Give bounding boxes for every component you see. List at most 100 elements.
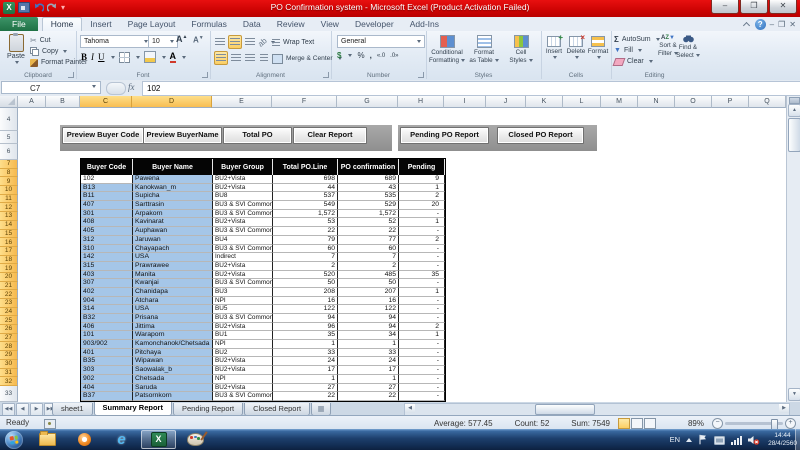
ribbon-tab-add-ins[interactable]: Add-Ins bbox=[402, 17, 447, 31]
cell[interactable]: 208 bbox=[273, 288, 338, 297]
cell[interactable]: 33 bbox=[338, 349, 399, 358]
cell-styles-button[interactable]: Cell Styles bbox=[504, 35, 538, 64]
select-all-corner[interactable] bbox=[0, 96, 18, 108]
borders-icon[interactable] bbox=[119, 52, 130, 63]
cell[interactable]: Chanidapa bbox=[133, 288, 213, 297]
cell[interactable]: 902 bbox=[81, 375, 133, 384]
cell[interactable]: 2 bbox=[399, 323, 445, 332]
cell[interactable]: 60 bbox=[338, 245, 399, 254]
cell[interactable]: 2 bbox=[338, 262, 399, 271]
find-select-button[interactable]: Find & Select bbox=[677, 35, 699, 59]
zoom-slider[interactable]: − + bbox=[712, 418, 796, 429]
cell[interactable]: 303 bbox=[81, 366, 133, 375]
decrease-decimal-icon[interactable]: .0» bbox=[390, 53, 398, 59]
paste-button[interactable]: Paste bbox=[3, 34, 29, 64]
cell[interactable]: 401 bbox=[81, 349, 133, 358]
cell[interactable]: 314 bbox=[81, 305, 133, 314]
cell[interactable]: 50 bbox=[273, 279, 338, 288]
cell[interactable]: Jittima bbox=[133, 323, 213, 332]
cell[interactable]: 20 bbox=[399, 201, 445, 210]
row-header-7[interactable]: 7 bbox=[0, 160, 18, 169]
column-header-F[interactable]: F bbox=[272, 96, 337, 108]
cell[interactable]: Chayapach bbox=[133, 245, 213, 254]
cell[interactable]: - bbox=[399, 314, 445, 323]
cell[interactable]: 485 bbox=[338, 271, 399, 280]
decrease-indent-icon[interactable] bbox=[258, 52, 270, 64]
column-header-L[interactable]: L bbox=[563, 96, 601, 108]
cell[interactable]: NPI bbox=[213, 340, 273, 349]
cell[interactable]: NPI bbox=[213, 297, 273, 306]
row-header-9[interactable]: 9 bbox=[0, 177, 18, 186]
cell[interactable]: - bbox=[399, 340, 445, 349]
italic-button[interactable]: I bbox=[91, 52, 94, 62]
cell[interactable]: 307 bbox=[81, 279, 133, 288]
cell[interactable]: 35 bbox=[399, 271, 445, 280]
ribbon-tab-home[interactable]: Home bbox=[42, 17, 83, 31]
alignment-dialog-launcher-icon[interactable] bbox=[323, 72, 329, 78]
cell[interactable]: 403 bbox=[81, 271, 133, 280]
help-icon[interactable]: ? bbox=[755, 19, 766, 30]
cell[interactable]: BU3 & SVI Common bbox=[213, 227, 273, 236]
show-desktop-button[interactable] bbox=[795, 429, 800, 450]
cell[interactable]: BU2+Vista bbox=[213, 184, 273, 193]
cell[interactable]: 24 bbox=[338, 357, 399, 366]
cell[interactable]: B37 bbox=[81, 392, 133, 401]
cell[interactable]: BU2+Vista bbox=[213, 384, 273, 393]
column-header-E[interactable]: E bbox=[212, 96, 272, 108]
row-header-26[interactable]: 26 bbox=[0, 325, 18, 334]
cell[interactable]: BU8 bbox=[213, 192, 273, 201]
cell[interactable]: Patsornkorn bbox=[133, 392, 213, 401]
cell[interactable]: 520 bbox=[273, 271, 338, 280]
cell[interactable]: 60 bbox=[273, 245, 338, 254]
cell[interactable]: 94 bbox=[338, 314, 399, 323]
cell[interactable]: Auphawan bbox=[133, 227, 213, 236]
font-size-select[interactable]: 10 bbox=[148, 35, 178, 48]
cell[interactable]: 1 bbox=[399, 331, 445, 340]
cell[interactable]: 301 bbox=[81, 210, 133, 219]
column-header-M[interactable]: M bbox=[601, 96, 638, 108]
column-header-H[interactable]: H bbox=[398, 96, 444, 108]
cell[interactable]: NPI bbox=[213, 375, 273, 384]
taskbar-media-button[interactable] bbox=[67, 430, 102, 449]
cell[interactable]: - bbox=[399, 245, 445, 254]
minimize-ribbon-icon[interactable] bbox=[742, 20, 751, 29]
column-header-A[interactable]: A bbox=[18, 96, 46, 108]
cell[interactable]: 2 bbox=[399, 192, 445, 201]
cell[interactable]: 52 bbox=[338, 218, 399, 227]
cell[interactable]: B11 bbox=[81, 192, 133, 201]
ribbon-tab-file[interactable]: File bbox=[0, 17, 38, 31]
column-header-Q[interactable]: Q bbox=[749, 96, 786, 108]
cell[interactable]: 34 bbox=[338, 331, 399, 340]
align-center-icon[interactable] bbox=[230, 52, 242, 64]
cell[interactable]: BU3 & SVI Common bbox=[213, 314, 273, 323]
cell[interactable]: 405 bbox=[81, 227, 133, 236]
align-bottom-icon[interactable] bbox=[244, 36, 256, 48]
cell[interactable]: 903/902 bbox=[81, 340, 133, 349]
row-header-8[interactable]: 8 bbox=[0, 169, 18, 178]
vertical-split-handle[interactable] bbox=[789, 97, 800, 104]
number-dialog-launcher-icon[interactable] bbox=[418, 72, 424, 78]
cell[interactable]: 22 bbox=[273, 227, 338, 236]
cell[interactable]: Pitchaya bbox=[133, 349, 213, 358]
cell[interactable]: 44 bbox=[273, 184, 338, 193]
cell[interactable]: 207 bbox=[338, 288, 399, 297]
align-right-icon[interactable] bbox=[244, 52, 256, 64]
zoom-in-icon[interactable]: + bbox=[785, 418, 796, 429]
cell[interactable]: BU3 & SVI Common bbox=[213, 392, 273, 401]
sheet-cells-area[interactable]: Buyer CodeBuyer NameBuyer GroupTotal PO.… bbox=[18, 108, 786, 402]
close-button[interactable]: ✕ bbox=[769, 0, 797, 14]
cell[interactable]: 33 bbox=[273, 349, 338, 358]
start-button[interactable] bbox=[5, 431, 23, 449]
name-box[interactable]: C7 bbox=[1, 81, 101, 94]
cell[interactable]: 142 bbox=[81, 253, 133, 262]
cell[interactable]: 1 bbox=[338, 340, 399, 349]
cell[interactable]: 407 bbox=[81, 201, 133, 210]
align-top-icon[interactable] bbox=[214, 36, 226, 48]
cell[interactable]: - bbox=[399, 262, 445, 271]
row-header-18[interactable]: 18 bbox=[0, 256, 18, 265]
row-header-21[interactable]: 21 bbox=[0, 282, 18, 291]
row-header-27[interactable]: 27 bbox=[0, 334, 18, 343]
workbook-minimize-icon[interactable]: – bbox=[770, 19, 774, 30]
autosum-button[interactable]: Σ AutoSum bbox=[614, 34, 660, 45]
workbook-restore-icon[interactable]: ❒ bbox=[778, 19, 785, 30]
